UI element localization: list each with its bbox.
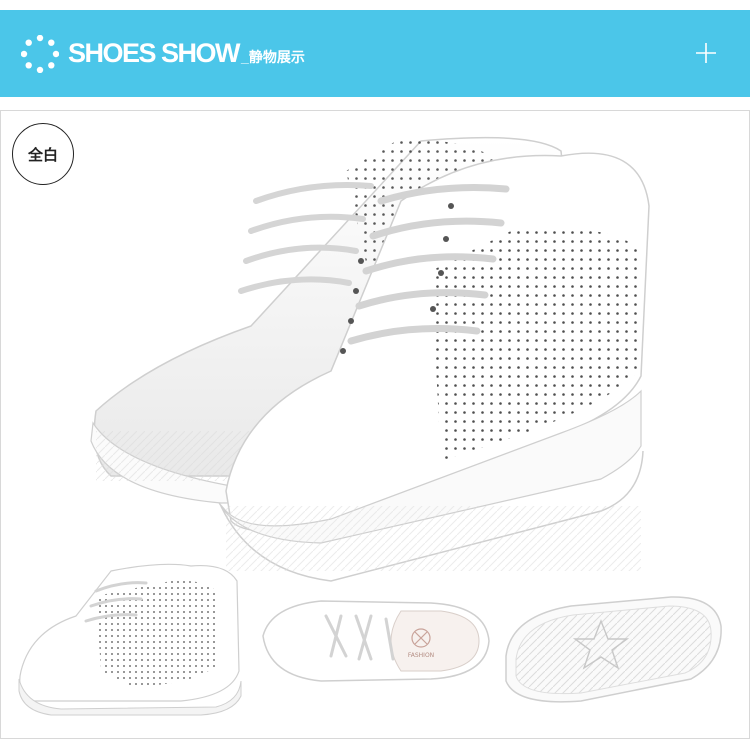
- title-text: SHOES SHOW: [68, 38, 241, 68]
- dot-ring-icon: [21, 35, 59, 73]
- shoe-top-view: FASHION: [262, 600, 490, 682]
- plus-icon[interactable]: [694, 41, 718, 65]
- header-bar: SHOES SHOW _静物展示: [0, 10, 750, 97]
- section-title: SHOES SHOW _静物展示: [68, 38, 305, 69]
- shoe-side-view: [18, 563, 242, 716]
- insole-brand-text: FASHION: [408, 652, 434, 659]
- shoe-sole-view: [505, 596, 722, 703]
- product-frame: 全白 FASHION: [0, 110, 750, 739]
- title-subtitle: _静物展示: [241, 49, 305, 65]
- shoe-photos: FASHION: [18, 136, 722, 716]
